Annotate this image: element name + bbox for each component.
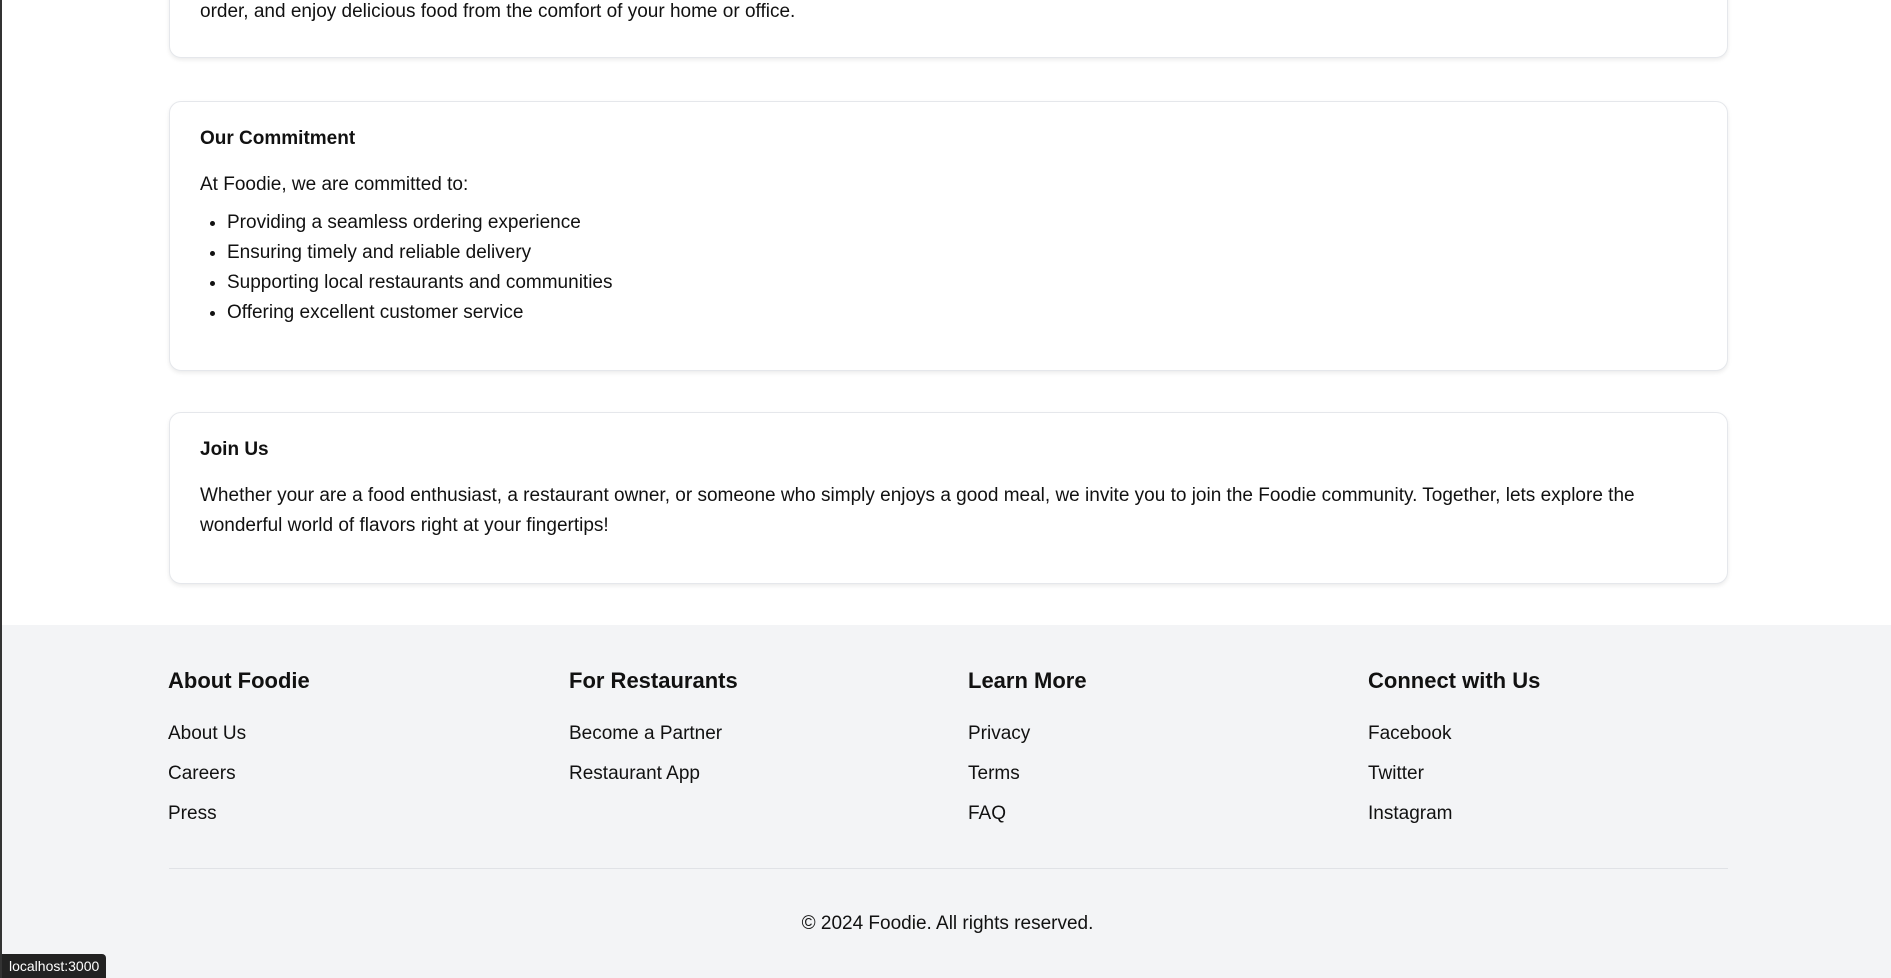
footer-heading: For Restaurants xyxy=(569,668,738,693)
join-text: Whether your are a food enthusiast, a re… xyxy=(200,485,1635,536)
footer-link-press[interactable]: Press xyxy=(168,794,548,834)
footer-column-connect: Connect with Us Facebook Twitter Instagr… xyxy=(1368,668,1748,834)
copyright: © 2024 Foodie. All rights reserved. xyxy=(801,913,1094,934)
footer-column-restaurants: For Restaurants Become a Partner Restaur… xyxy=(569,668,949,794)
commitment-intro: At Foodie, we are committed to: xyxy=(200,174,469,195)
join-card: Join Us Whether your are a food enthusia… xyxy=(169,412,1728,584)
commitment-title: Our Commitment xyxy=(200,128,356,149)
intro-text: order, and enjoy delicious food from the… xyxy=(200,1,796,22)
join-title: Join Us xyxy=(200,439,269,460)
footer-link-become-partner[interactable]: Become a Partner xyxy=(569,714,949,754)
footer-heading: Learn More xyxy=(968,668,1087,693)
list-item: Offering excellent customer service xyxy=(227,298,1697,328)
commitment-card: Our Commitment At Foodie, we are committ… xyxy=(169,101,1728,371)
footer-column-about: About Foodie About Us Careers Press xyxy=(168,668,548,834)
footer-link-about-us[interactable]: About Us xyxy=(168,714,548,754)
footer-link-terms[interactable]: Terms xyxy=(968,754,1348,794)
intro-card: order, and enjoy delicious food from the… xyxy=(169,0,1728,58)
commitment-list: Providing a seamless ordering experience… xyxy=(200,208,1697,328)
footer-link-twitter[interactable]: Twitter xyxy=(1368,754,1748,794)
list-item: Providing a seamless ordering experience xyxy=(227,208,1697,238)
footer-link-restaurant-app[interactable]: Restaurant App xyxy=(569,754,949,794)
list-item: Supporting local restaurants and communi… xyxy=(227,268,1697,298)
footer-divider xyxy=(169,868,1728,869)
status-url-tooltip: localhost:3000 xyxy=(2,954,107,978)
footer-link-privacy[interactable]: Privacy xyxy=(968,714,1348,754)
footer-heading: About Foodie xyxy=(168,668,310,693)
footer-link-facebook[interactable]: Facebook xyxy=(1368,714,1748,754)
footer-link-faq[interactable]: FAQ xyxy=(968,794,1348,834)
footer-link-instagram[interactable]: Instagram xyxy=(1368,794,1748,834)
list-item: Ensuring timely and reliable delivery xyxy=(227,238,1697,268)
footer: About Foodie About Us Careers Press For … xyxy=(2,625,1891,978)
footer-link-careers[interactable]: Careers xyxy=(168,754,548,794)
footer-column-learn-more: Learn More Privacy Terms FAQ xyxy=(968,668,1348,834)
footer-heading: Connect with Us xyxy=(1368,668,1541,693)
